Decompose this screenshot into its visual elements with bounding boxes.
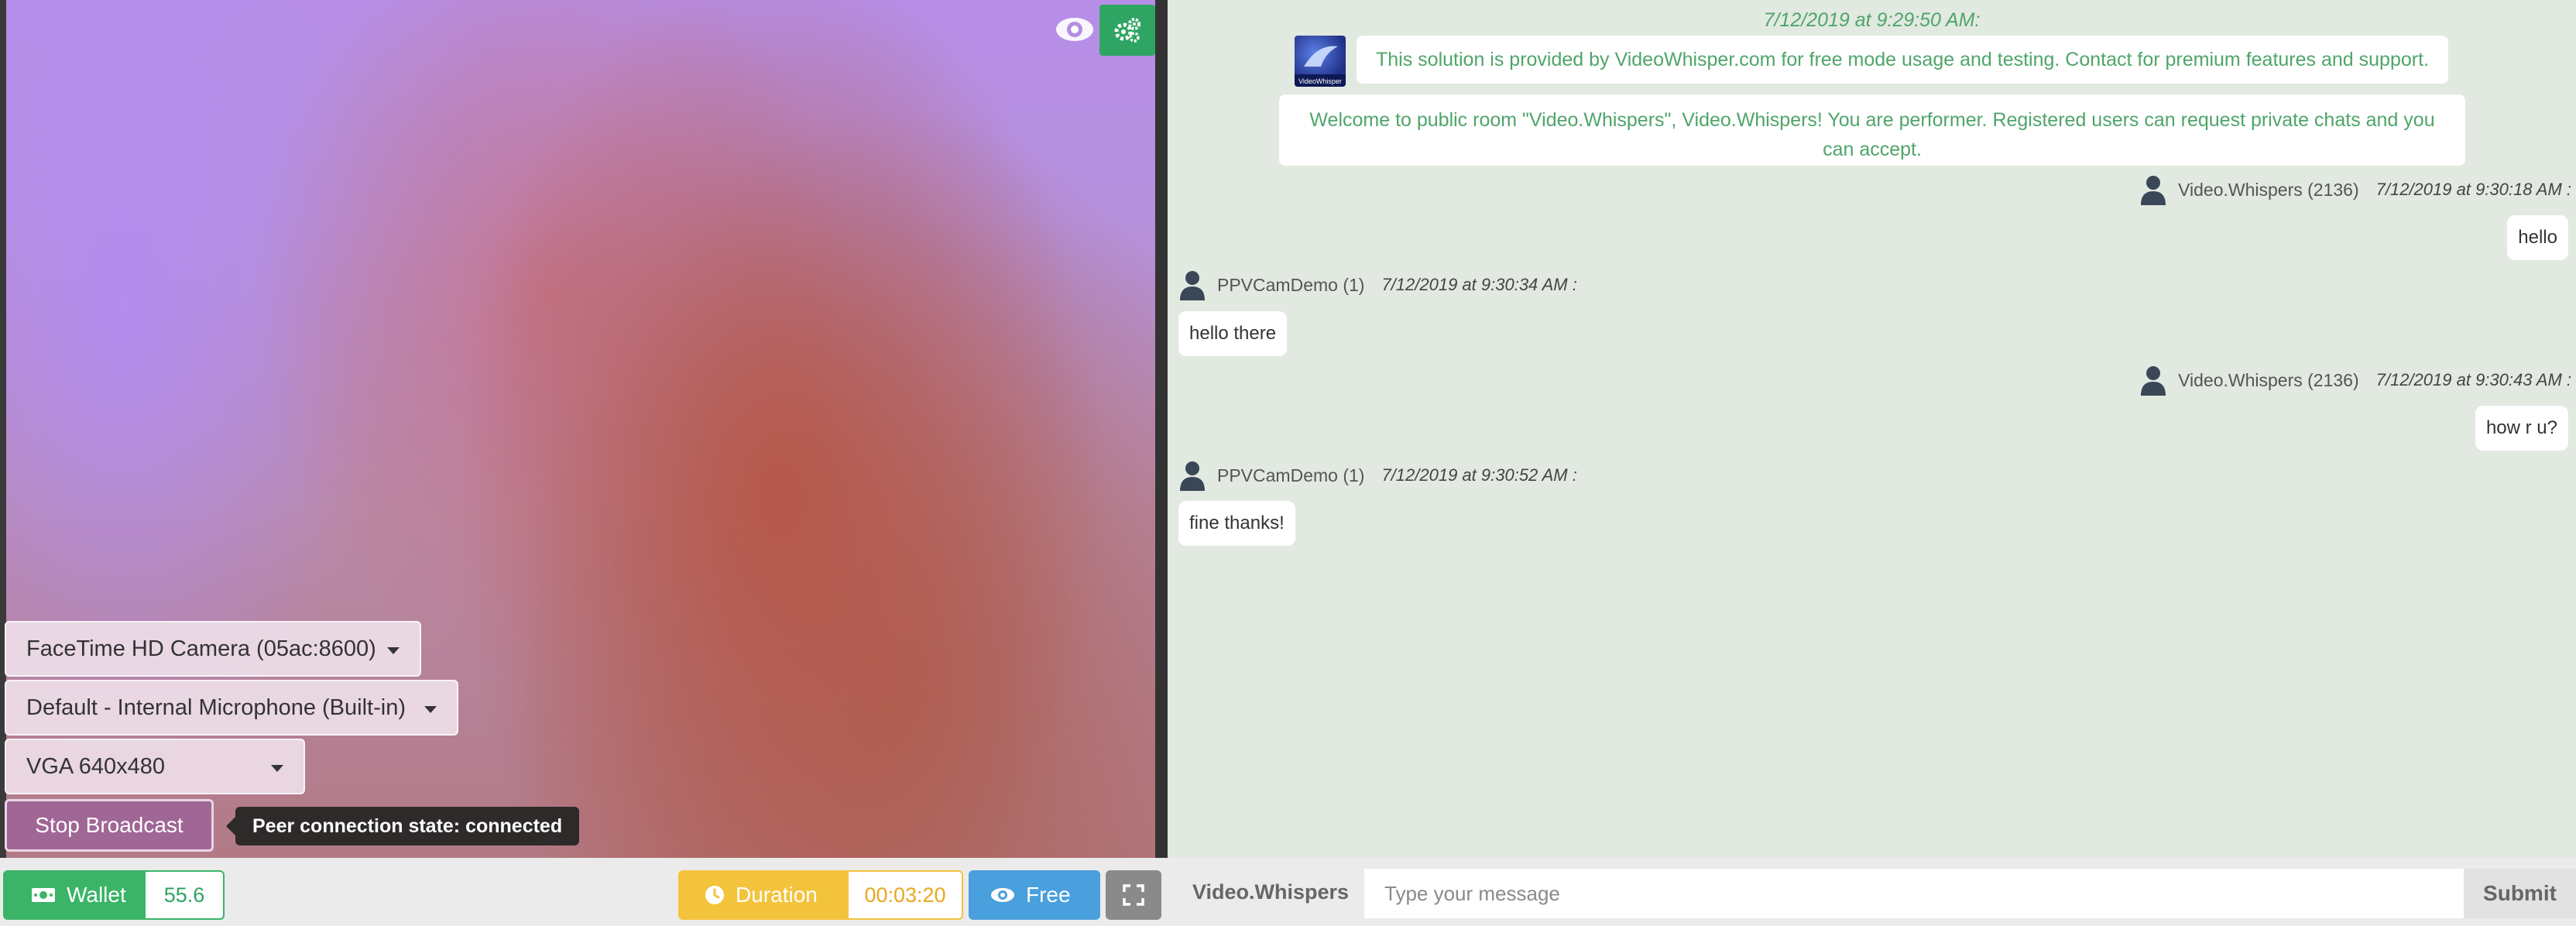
- system-notice: This solution is provided by VideoWhispe…: [1357, 36, 2448, 84]
- videowhisper-logo: VideoWhisper: [1295, 36, 1346, 87]
- welcome-message: Welcome to public room "Video.Whispers",…: [1279, 94, 2465, 166]
- message-bubble: hello there: [1178, 311, 1288, 356]
- chat-username: Video.Whispers: [1192, 880, 1350, 904]
- eye-icon: [990, 887, 1015, 904]
- status-bar: Wallet 55.6 Duration 00:03:20 Free: [0, 858, 1168, 926]
- message-bubble: hello: [2507, 215, 2568, 260]
- fullscreen-button[interactable]: [1106, 870, 1161, 920]
- message-bubble: fine thanks!: [1178, 501, 1295, 546]
- pane-divider[interactable]: [1155, 0, 1168, 858]
- camera-select[interactable]: FaceTime HD Camera (05ac:8600): [5, 621, 421, 677]
- free-mode-button[interactable]: Free: [969, 870, 1100, 920]
- fullscreen-icon: [1123, 884, 1144, 906]
- gears-icon: [1114, 18, 1141, 43]
- wallet-button[interactable]: Wallet: [3, 870, 144, 920]
- chat-input-bar: Video.Whispers Submit: [1168, 858, 2576, 926]
- message-timestamp: 7/12/2019 at 9:30:43 AM :: [2375, 370, 2571, 389]
- message-sender: Video.Whispers (2136): [2178, 369, 2359, 390]
- resolution-select[interactable]: VGA 640x480: [5, 739, 305, 794]
- message-timestamp: 7/12/2019 at 9:30:52 AM :: [1381, 465, 1577, 485]
- microphone-select[interactable]: Default - Internal Microphone (Built-in): [5, 680, 458, 736]
- user-icon: [2141, 176, 2166, 205]
- user-icon: [1180, 461, 1205, 491]
- user-icon: [1180, 271, 1205, 300]
- chat-panel[interactable]: 7/12/2019 at 9:29:50 AM: VideoWhisper Th…: [1168, 0, 2576, 858]
- resolution-select-label: VGA 640x480: [26, 753, 165, 779]
- message-bubble: how r u?: [2475, 406, 2568, 451]
- message-header: PPVCamDemo (1) 7/12/2019 at 9:30:52 AM :: [1178, 460, 1577, 491]
- camera-select-label: FaceTime HD Camera (05ac:8600): [26, 636, 376, 661]
- wallet-label: Wallet: [67, 883, 126, 907]
- message-header: Video.Whispers (2136) 7/12/2019 at 9:30:…: [2139, 174, 2571, 205]
- duration-label: Duration: [736, 883, 818, 907]
- microphone-select-label: Default - Internal Microphone (Built-in): [26, 694, 406, 720]
- chevron-down-icon: [387, 647, 400, 654]
- money-icon: [31, 887, 56, 904]
- system-timestamp: 7/12/2019 at 9:29:50 AM:: [1763, 9, 1981, 31]
- chevron-down-icon: [271, 765, 283, 772]
- stop-broadcast-button[interactable]: Stop Broadcast: [5, 799, 214, 852]
- wallet-balance: 55.6: [144, 870, 225, 920]
- message-timestamp: 7/12/2019 at 9:30:18 AM :: [2375, 180, 2571, 199]
- settings-button[interactable]: [1099, 5, 1155, 56]
- submit-button[interactable]: Submit: [2464, 869, 2576, 918]
- message-header: Video.Whispers (2136) 7/12/2019 at 9:30:…: [2139, 365, 2571, 396]
- user-icon: [2141, 366, 2166, 396]
- svg-text:VideoWhisper: VideoWhisper: [1298, 77, 1342, 85]
- message-input[interactable]: [1364, 869, 2464, 918]
- eye-icon[interactable]: [1055, 15, 1095, 43]
- free-label: Free: [1026, 883, 1071, 907]
- clock-icon: [705, 885, 725, 905]
- chevron-down-icon: [424, 706, 437, 713]
- duration-button[interactable]: Duration: [678, 870, 847, 920]
- message-sender: Video.Whispers (2136): [2178, 179, 2359, 200]
- message-header: PPVCamDemo (1) 7/12/2019 at 9:30:34 AM :: [1178, 269, 1577, 300]
- message-sender: PPVCamDemo (1): [1217, 465, 1365, 485]
- peer-status-tooltip: Peer connection state: connected: [225, 807, 580, 845]
- message-timestamp: 7/12/2019 at 9:30:34 AM :: [1381, 275, 1577, 294]
- duration-timer: 00:03:20: [847, 870, 963, 920]
- message-sender: PPVCamDemo (1): [1217, 274, 1365, 295]
- video-pane: FaceTime HD Camera (05ac:8600) Default -…: [0, 0, 1168, 858]
